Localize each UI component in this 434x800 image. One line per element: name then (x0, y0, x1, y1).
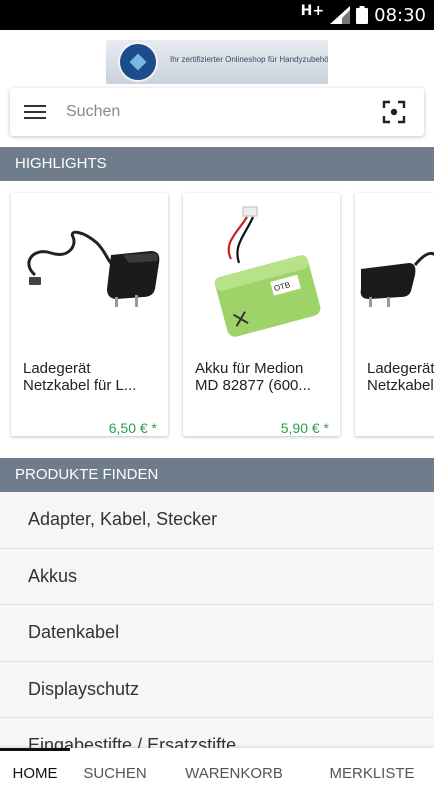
find-products-header: PRODUKTE FINDEN (0, 458, 434, 492)
product-card[interactable]: OTB Akku für Medion MD 82877 (600... 5,9… (183, 193, 340, 436)
highlights-header: HIGHLIGHTS (0, 147, 434, 181)
network-type: H+ (300, 3, 325, 19)
product-name: Ladegerät Netzkabel für L... (23, 360, 137, 394)
tab-cart[interactable]: WARENKORB (172, 748, 296, 800)
product-price: 5,90 € * (280, 420, 329, 436)
category-item[interactable]: Adapter, Kabel, Stecker (0, 492, 434, 549)
shop-logo[interactable]: Ihr zertifizierter Onlineshop für Handyz… (106, 40, 328, 84)
battery-pack-image: OTB (214, 206, 321, 337)
signal-icon (330, 6, 351, 24)
category-item[interactable]: Datenkabel (0, 605, 434, 662)
product-name: Akku für Medion MD 82877 (600... (195, 360, 311, 394)
search-bar (10, 88, 424, 136)
highlights-carousel[interactable]: Ladegerät Netzkabel für L... 6,50 € * OT… (0, 182, 434, 457)
tab-search[interactable]: SUCHEN (72, 748, 158, 800)
category-item[interactable]: Eingabestifte / Ersatzstifte (0, 718, 434, 748)
charger-image (27, 230, 160, 307)
logo-tagline: Ihr zertifizierter Onlineshop für Handyz… (170, 55, 328, 64)
product-name: Ladegerät Netzkabel (367, 360, 434, 394)
bottom-navigation: HOME SUCHEN WARENKORB MERKLISTE (0, 748, 434, 800)
category-list: Adapter, Kabel, Stecker Akkus Datenkabel… (0, 492, 434, 748)
app-header: Ihr zertifizierter Onlineshop für Handyz… (0, 30, 434, 88)
category-item[interactable]: Akkus (0, 549, 434, 605)
product-price: 6,50 € * (108, 420, 157, 436)
status-bar: H+ 08:30 (0, 0, 434, 30)
tab-home[interactable]: HOME (0, 748, 70, 800)
clock: 08:30 (374, 4, 426, 26)
product-card[interactable]: Ladegerät Netzkabel für L... 6,50 € * (11, 193, 168, 436)
product-card[interactable]: Ladegerät Netzkabel (355, 193, 434, 436)
category-item[interactable]: Displayschutz (0, 662, 434, 718)
barcode-scan-icon[interactable] (382, 100, 406, 124)
hamburger-menu-icon[interactable] (24, 102, 48, 122)
charger-image (360, 251, 434, 307)
search-input[interactable] (66, 97, 366, 127)
battery-icon (356, 6, 369, 24)
tab-wishlist[interactable]: MERKLISTE (316, 748, 428, 800)
logo-emblem (118, 42, 158, 82)
